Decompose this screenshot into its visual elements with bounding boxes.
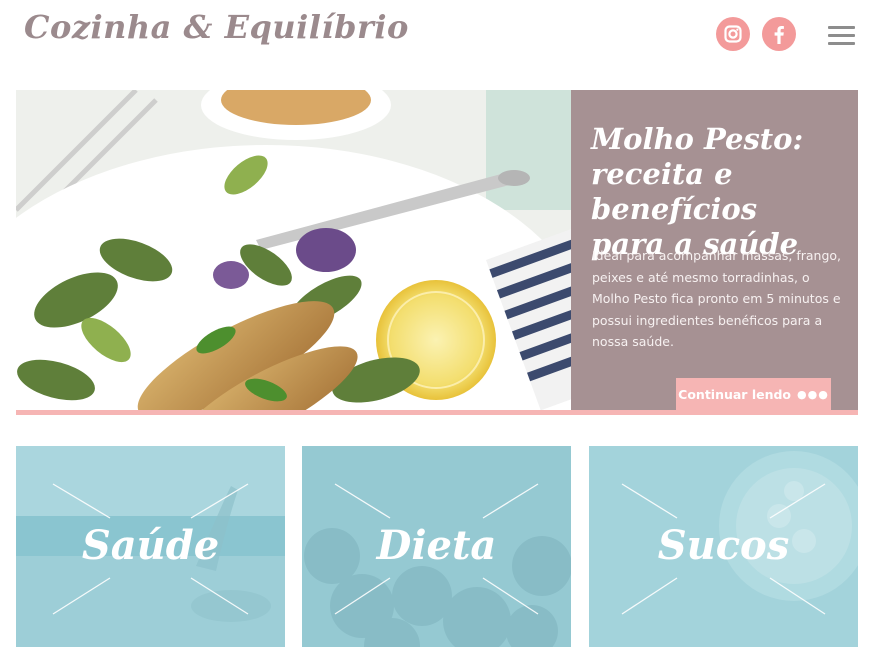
more-dots-icon: ●●● [797,388,829,401]
instagram-link[interactable] [716,17,750,51]
site-header: Cozinha & Equilíbrio [0,0,880,80]
featured-post: Molho Pesto: receita e benefícios para a… [16,90,858,416]
category-card-sucos[interactable]: Sucos [589,446,858,647]
continue-reading-label: Continuar lendo [678,387,792,402]
featured-post-panel: Molho Pesto: receita e benefícios para a… [571,90,858,411]
featured-post-accent-bar [16,410,858,415]
featured-post-title-line: Molho Pesto: [591,122,804,156]
category-label: Saúde [81,522,220,569]
facebook-link[interactable] [762,17,796,51]
category-card-dieta[interactable]: Dieta [302,446,571,647]
category-card-saude[interactable]: Saúde [16,446,285,647]
continue-reading-button[interactable]: Continuar lendo ●●● [676,378,831,411]
category-label: Dieta [376,522,497,569]
featured-post-title-line: receita e benefícios [591,157,758,226]
facebook-icon [774,26,784,44]
instagram-icon [724,25,742,43]
featured-post-excerpt: Ideal para acompanhar massas, frango, pe… [592,248,842,349]
featured-post-image[interactable] [16,90,571,410]
site-logo[interactable]: Cozinha & Equilíbrio [24,8,409,46]
featured-post-title[interactable]: Molho Pesto: receita e benefícios para a… [591,122,853,262]
hamburger-menu-icon[interactable] [828,26,855,46]
category-label: Sucos [657,522,790,569]
